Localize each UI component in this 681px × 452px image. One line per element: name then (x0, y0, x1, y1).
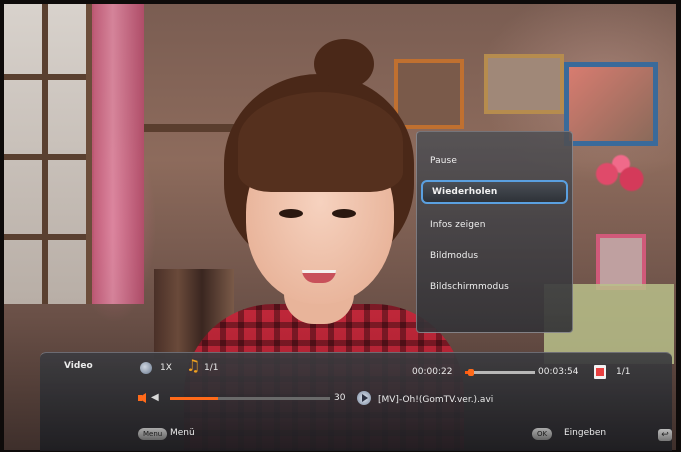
background-picture (484, 54, 564, 114)
background-picture (564, 62, 658, 146)
play-icon[interactable] (357, 391, 371, 405)
menu-item-picture-mode[interactable]: Bildmodus (421, 244, 568, 268)
background-curtain (92, 4, 144, 304)
menu-hint-label: Menü (170, 428, 195, 438)
speed-icon (140, 362, 152, 374)
time-total: 00:03:54 (538, 367, 579, 377)
menu-item-pause[interactable]: Pause (421, 149, 568, 173)
background-picture (596, 234, 646, 290)
menu-item-show-info[interactable]: Infos zeigen (421, 213, 568, 237)
player-control-bar: Video 1X ♫ 1/1 00:00:22 00:03:54 1/1 ◀ 3… (40, 352, 672, 451)
subject-eye (332, 209, 356, 218)
volume-fill (170, 397, 218, 400)
volume-slider[interactable] (170, 397, 330, 400)
time-elapsed: 00:00:22 (412, 367, 453, 377)
file-name: [MV]-Oh!(GomTV.ver.).avi (378, 395, 494, 405)
menu-item-repeat[interactable]: Wiederholen (421, 180, 568, 204)
subject-eye (279, 209, 303, 218)
menu-item-screen-mode[interactable]: Bildschirmmodus (421, 275, 568, 299)
menu-key-badge[interactable]: Menu (138, 428, 168, 440)
return-icon[interactable]: ↩ (658, 429, 672, 441)
background-flowers (586, 154, 656, 204)
music-note-icon: ♫ (186, 356, 201, 375)
file-icon (594, 365, 606, 379)
volume-icon[interactable]: ◀ (138, 391, 162, 405)
progress-handle[interactable] (468, 369, 475, 376)
subject-hair-bun (314, 39, 374, 89)
track-count: 1/1 (204, 363, 219, 373)
ok-key-badge[interactable]: OK (532, 428, 553, 440)
playback-context-menu: Pause Wiederholen Infos zeigen Bildmodus… (416, 131, 573, 333)
volume-value: 30 (334, 393, 346, 403)
file-count: 1/1 (616, 367, 631, 377)
subject-bangs (238, 92, 403, 192)
playback-speed: 1X (160, 363, 172, 373)
section-label: Video (64, 361, 93, 371)
ok-hint-label: Eingeben (564, 428, 607, 438)
speaker-cone (138, 393, 146, 403)
sound-wave-icon: ◀ (151, 392, 159, 403)
background-window (4, 4, 94, 304)
progress-bar[interactable] (465, 369, 535, 376)
